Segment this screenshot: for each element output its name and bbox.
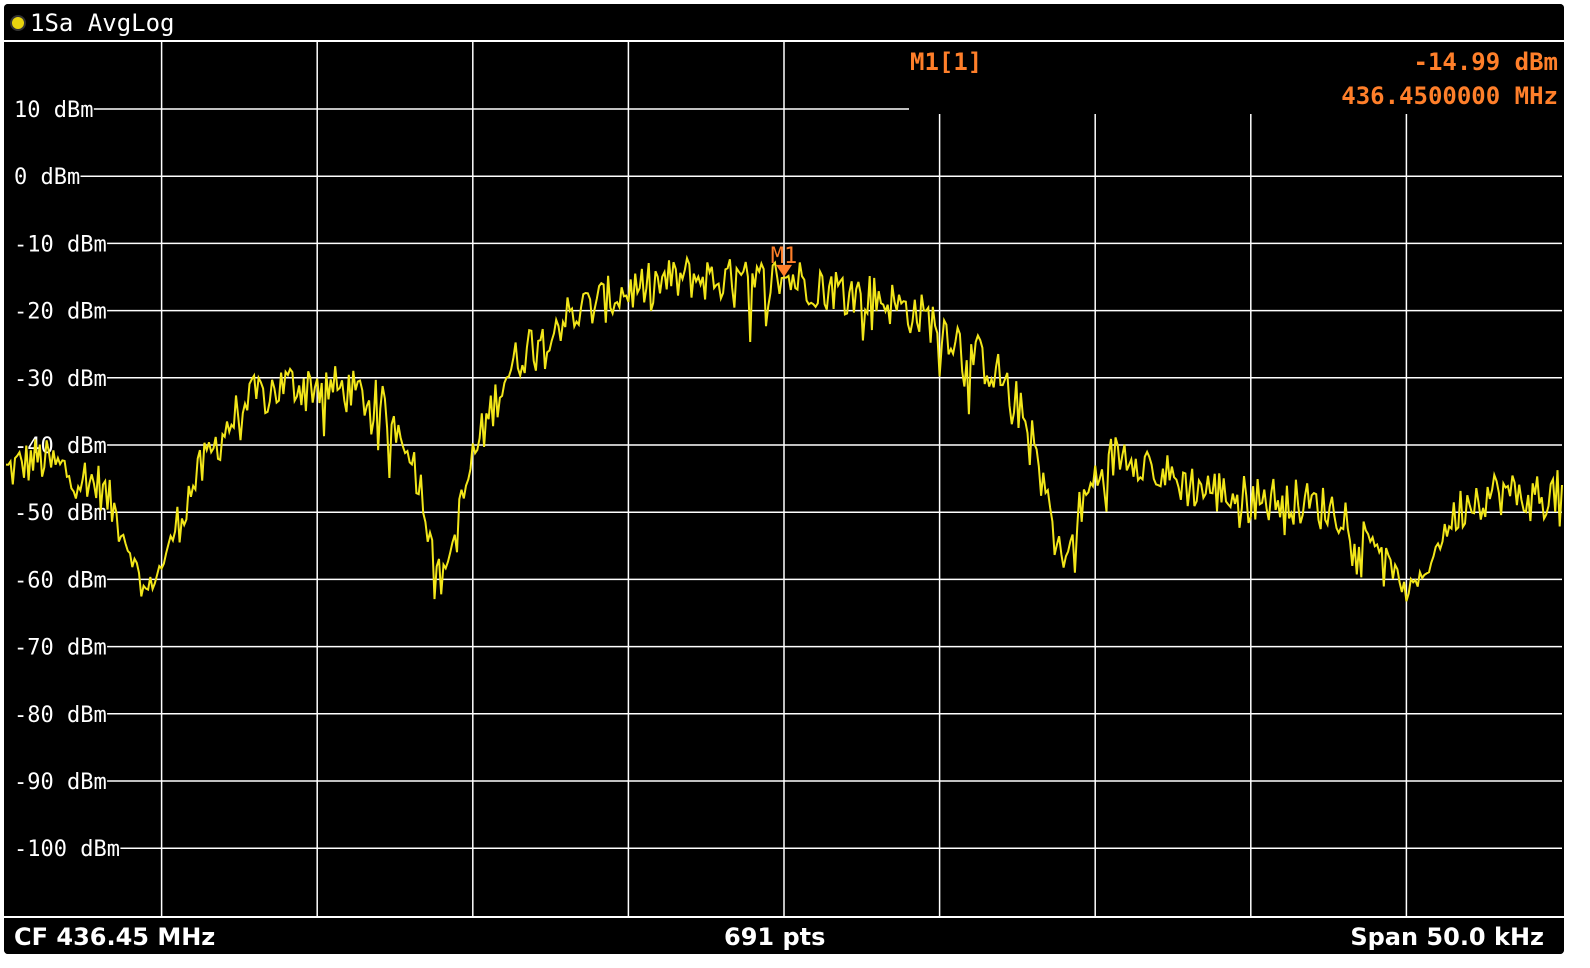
marker-readout-name: M1[1]	[910, 48, 982, 76]
y-tick-label: -10 dBm	[14, 232, 107, 257]
points-label: 691 pts	[724, 923, 826, 951]
y-axis-labels: 10 dBm0 dBm-10 dBm-20 dBm-30 dBm-40 dBm-…	[14, 98, 120, 862]
y-tick-label: -90 dBm	[14, 770, 107, 795]
y-tick-label: -60 dBm	[14, 568, 107, 593]
grid	[80, 42, 1562, 916]
status-footer: CF 436.45 MHz 691 pts Span 50.0 kHz	[4, 916, 1564, 954]
y-tick-label: -50 dBm	[14, 501, 107, 526]
spectrum-screen: 1Sa AvgLog 10 dBm 0 dBm -10 dBm -20 dBm -30 …	[4, 4, 1564, 954]
y-tick-label: -20 dBm	[14, 300, 107, 325]
marker-readout-level: -14.99 dBm	[1414, 48, 1559, 76]
marker-readout-frequency: 436.4500000 MHz	[1341, 82, 1558, 110]
marker-m1[interactable]: M1	[771, 244, 798, 277]
spectrum-plot[interactable]: 10 dBm0 dBm-10 dBm-20 dBm-30 dBm-40 dBm-…	[4, 4, 1564, 954]
y-tick-label: -80 dBm	[14, 703, 107, 728]
y-tick-label: -70 dBm	[14, 636, 107, 661]
y-tick-label: -30 dBm	[14, 367, 107, 392]
analyzer-frame: 1Sa AvgLog 10 dBm 0 dBm -10 dBm -20 dBm -30 …	[0, 0, 1590, 968]
center-frequency-label: CF 436.45 MHz	[14, 923, 216, 951]
marker-label: M1	[771, 244, 798, 269]
span-label: Span 50.0 kHz	[1350, 923, 1544, 951]
y-tick-label: -100 dBm	[14, 837, 120, 862]
y-tick-label: 0 dBm	[14, 165, 80, 190]
y-tick-label: 10 dBm	[14, 98, 93, 123]
